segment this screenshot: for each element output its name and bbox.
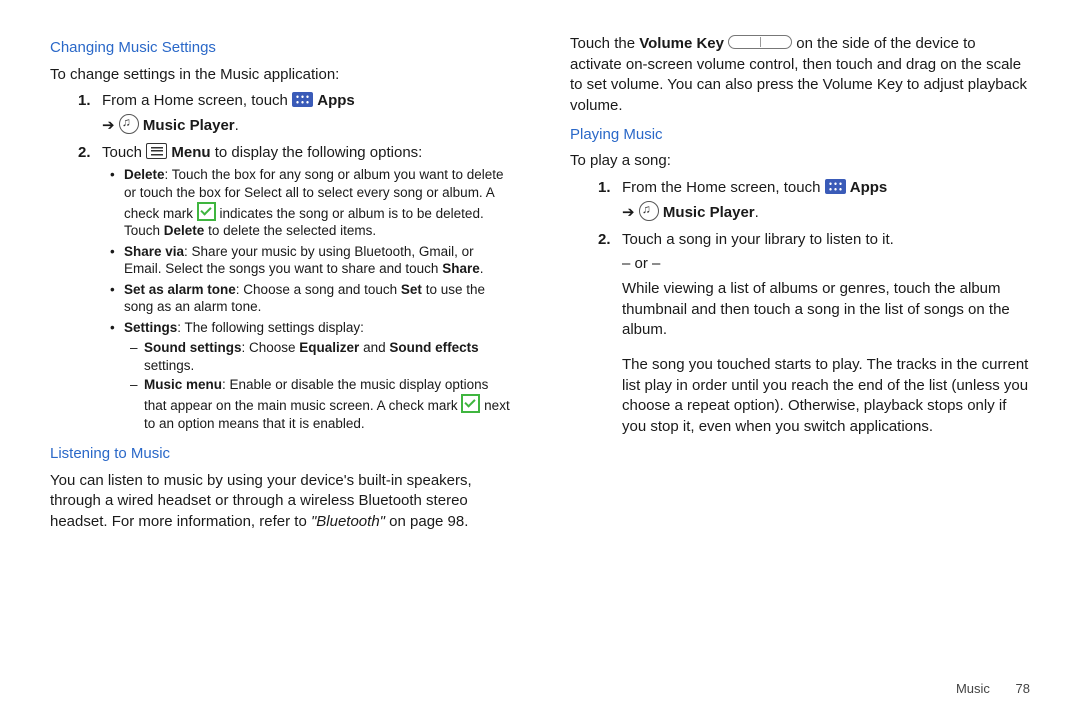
menu-icon [146, 143, 167, 159]
play-step-2: 2. Touch a song in your library to liste… [570, 230, 1030, 251]
bullet-set-alarm: • Set as alarm tone: Choose a song and t… [50, 281, 510, 316]
bullet-settings: • Settings: The following settings displ… [50, 319, 510, 337]
dash-music-menu: – Music menu: Enable or disable the musi… [50, 376, 510, 432]
playback-text: The song you touched starts to play. The… [570, 355, 1030, 438]
check-icon [197, 202, 216, 221]
apps-icon [292, 92, 313, 107]
heading-listening-to-music: Listening to Music [50, 444, 510, 465]
footer-page-number: 78 [1016, 681, 1030, 696]
page-footer: Music 78 [50, 680, 1030, 698]
volume-key-icon [728, 35, 792, 49]
check-icon [461, 394, 480, 413]
step-1: 1. From a Home screen, touch Apps [50, 91, 510, 112]
step-number: 1. [598, 178, 622, 199]
bullet-delete: • Delete: Touch the box for any song or … [50, 166, 510, 239]
step-body: From the Home screen, touch Apps [622, 178, 1030, 199]
step-body: Touch a song in your library to listen t… [622, 230, 1030, 251]
step-1-cont: ➔ Music Player. [50, 114, 510, 137]
right-column: Touch the Volume Key on the side of the … [570, 30, 1030, 670]
intro-text: To change settings in the Music applicat… [50, 65, 510, 86]
step-2: 2. Touch Menu to display the following o… [50, 143, 510, 164]
step-body: From a Home screen, touch Apps [102, 91, 510, 112]
volume-key-text: Touch the Volume Key on the side of the … [570, 34, 1030, 117]
listening-text: You can listen to music by using your de… [50, 471, 510, 533]
music-player-icon [639, 201, 659, 221]
step-number: 2. [598, 230, 622, 251]
apps-icon [825, 179, 846, 194]
play-step-1-cont: ➔ Music Player. [570, 201, 1030, 224]
step-number: 2. [78, 143, 102, 164]
footer-section: Music [956, 681, 990, 696]
bullet-share-via: • Share via: Share your music by using B… [50, 243, 510, 278]
heading-playing-music: Playing Music [570, 125, 1030, 146]
left-column: Changing Music Settings To change settin… [50, 30, 510, 670]
step-number: 1. [78, 91, 102, 112]
step-2-alt: While viewing a list of albums or genres… [570, 279, 1030, 341]
heading-changing-music-settings: Changing Music Settings [50, 38, 510, 59]
dash-sound-settings: – Sound settings: Choose Equalizer and S… [50, 339, 510, 374]
intro-play: To play a song: [570, 151, 1030, 172]
play-step-1: 1. From the Home screen, touch Apps [570, 178, 1030, 199]
music-player-icon [119, 114, 139, 134]
step-body: Touch Menu to display the following opti… [102, 143, 510, 164]
or-text: – or – [570, 254, 1030, 275]
